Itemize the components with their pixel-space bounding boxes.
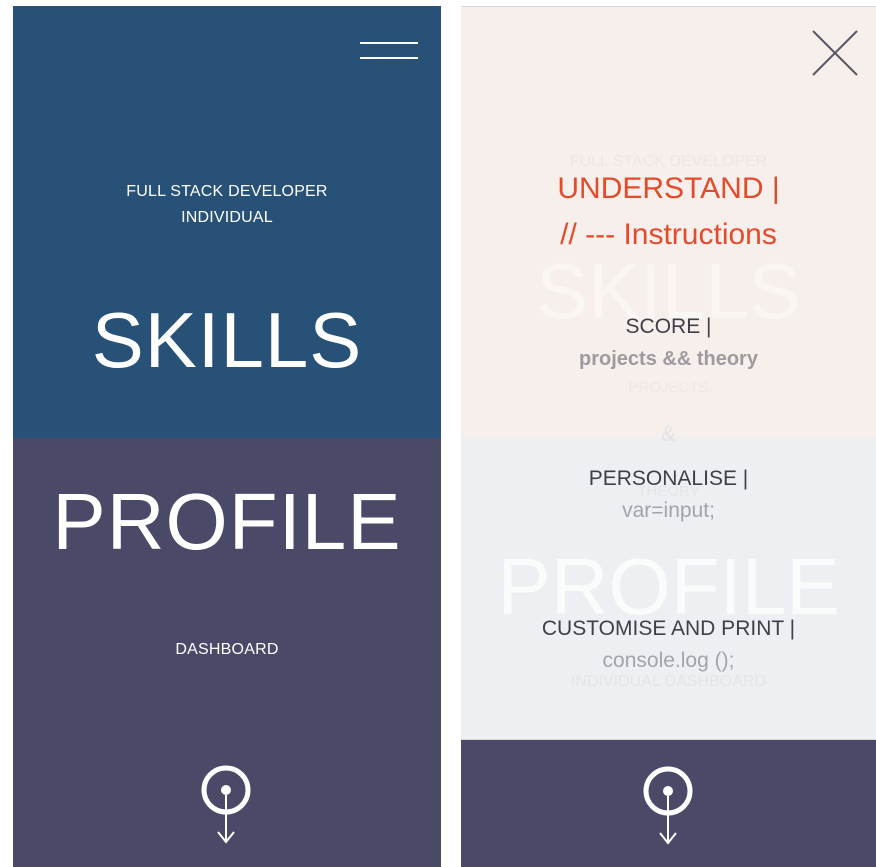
menu-item-customise[interactable]: CUSTOMISE AND PRINT | xyxy=(461,615,876,643)
ghost-projects: PROJECTS xyxy=(628,379,709,396)
ghost-dashboard: INDIVIDUAL DASHBOARD xyxy=(571,673,766,690)
menu-heading-sub: // --- Instructions xyxy=(560,218,777,251)
subtitle-line-1: FULL STACK DEVELOPER xyxy=(126,183,328,200)
skills-section: FULL STACK DEVELOPER INDIVIDUAL SKILLS xyxy=(13,6,441,438)
menu-overlay-screen: FULL STACK DEVELOPER SKILLS PROJECTS & T… xyxy=(461,6,876,867)
scroll-down-icon[interactable] xyxy=(194,756,258,852)
main-screen: FULL STACK DEVELOPER INDIVIDUAL SKILLS P… xyxy=(13,6,441,867)
close-icon[interactable] xyxy=(811,29,859,77)
menu-item-score-sub: projects && theory xyxy=(579,348,758,370)
subtitle-line-2: INDIVIDUAL xyxy=(181,209,273,226)
menu-heading[interactable]: UNDERSTAND | xyxy=(461,169,876,209)
menu-item-score[interactable]: SCORE | xyxy=(461,313,876,341)
scroll-down-icon[interactable] xyxy=(636,757,700,853)
menu-item-personalise-sub: var=input; xyxy=(622,499,715,522)
skills-title: SKILLS xyxy=(91,296,363,384)
profile-title: PROFILE xyxy=(52,477,402,566)
menu-item-customise-sub: console.log (); xyxy=(602,649,735,672)
dashboard-label: DASHBOARD xyxy=(175,641,279,658)
ghost-ampersand: & xyxy=(661,421,676,446)
menu-item-personalise[interactable]: PERSONALISE | xyxy=(461,465,876,493)
hamburger-icon[interactable] xyxy=(360,40,418,62)
